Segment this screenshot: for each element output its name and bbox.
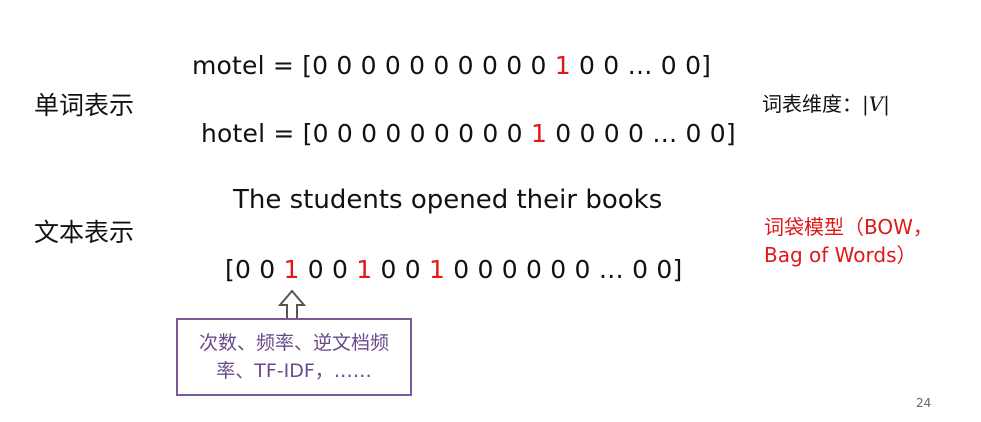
motel-vector-suffix: 0 0 … 0 0] <box>570 51 712 80</box>
page-number: 24 <box>916 396 932 410</box>
vocab-size-symbol: |V| <box>862 92 890 116</box>
hotel-hot-bit: 1 <box>530 119 548 148</box>
bag-of-words-label: 词袋模型（BOW， Bag of Words） <box>764 213 933 269</box>
motel-one-hot-vector: motel = [0 0 0 0 0 0 0 0 0 0 1 0 0 … 0 0… <box>192 51 711 80</box>
bow-vector-one2: 1 <box>356 255 373 284</box>
bow-vector-one3: 1 <box>429 255 446 284</box>
bow-label-line2: Bag of Words） <box>764 243 917 267</box>
word-representation-label: 单词表示 <box>34 91 135 120</box>
hotel-one-hot-vector: hotel = [0 0 0 0 0 0 0 0 0 1 0 0 0 0 … 0… <box>201 119 736 148</box>
bow-label-line1: 词袋模型（BOW， <box>764 215 933 239</box>
text-representation-label: 文本表示 <box>34 218 135 247</box>
motel-hot-bit: 1 <box>554 51 571 80</box>
callout-line2: 率、TF-IDF，…… <box>216 360 372 382</box>
bow-vector-seg3: 0 0 <box>372 255 429 284</box>
weighting-methods-callout: 次数、频率、逆文档频 率、TF-IDF，…… <box>176 318 412 396</box>
up-arrow-icon <box>277 289 307 320</box>
motel-vector-prefix: motel = [0 0 0 0 0 0 0 0 0 0 <box>192 51 555 80</box>
vocabulary-dimension-note: 词表维度：|V| <box>762 88 890 117</box>
callout-line1: 次数、频率、逆文档频 <box>198 332 389 354</box>
vocab-dim-text: 词表维度： <box>762 92 862 116</box>
hotel-vector-suffix: 0 0 0 0 … 0 0] <box>547 119 736 148</box>
bag-of-words-vector: [0 0 1 0 0 1 0 0 1 0 0 0 0 0 0 … 0 0] <box>225 255 682 284</box>
example-sentence: The students opened their books <box>233 185 663 215</box>
bow-vector-one1: 1 <box>283 255 300 284</box>
hotel-vector-prefix: hotel = [0 0 0 0 0 0 0 0 0 <box>201 119 531 148</box>
bow-vector-seg2: 0 0 <box>299 255 357 284</box>
bow-vector-seg4: 0 0 0 0 0 0 … 0 0] <box>445 255 683 284</box>
bow-vector-seg1: [0 0 <box>225 255 284 284</box>
